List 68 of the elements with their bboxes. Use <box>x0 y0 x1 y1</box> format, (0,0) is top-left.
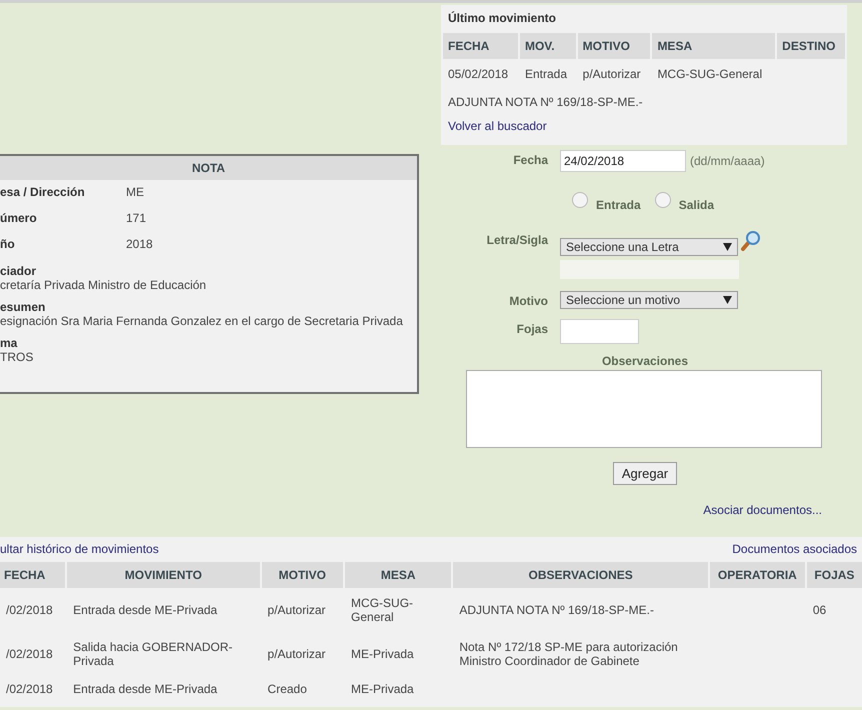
table-cell: 06 <box>812 603 826 617</box>
letter-select[interactable]: Seleccione una Letra <box>560 238 738 256</box>
text-field[interactable] <box>560 260 739 279</box>
date-field[interactable]: 24/02/2018 <box>560 150 686 172</box>
associate-link[interactable]: Asociar documentos... <box>703 503 822 517</box>
panel-title: Último movimiento <box>447 11 558 27</box>
column-header: MOTIVO <box>262 562 344 588</box>
column-header: MOVIMIENTO <box>67 562 260 588</box>
toggle-history-link[interactable]: ultar histórico de movimientos <box>0 542 159 556</box>
table-cell-text: Entrada <box>524 66 568 83</box>
table-cell: ME-Privada <box>351 647 414 661</box>
table-cell: Entrada desde ME-Privada <box>73 603 218 617</box>
field-label: Fecha <box>512 152 548 167</box>
field-value: TROS <box>0 350 34 364</box>
column-header: MOV. <box>520 33 576 59</box>
reason-select[interactable]: Seleccione un motivo <box>560 291 738 309</box>
field-value: 2018 <box>126 237 153 251</box>
column-header: MESA <box>345 562 452 588</box>
column-header: DESTINO <box>777 33 845 59</box>
table-cell: Nota Nº 172/18 SP-ME para autorización Ministro Coordinador de Gabinete <box>459 640 678 668</box>
table-cell: p/Autorizar <box>268 603 326 617</box>
caret-icon <box>723 243 732 251</box>
field-label: esumen <box>0 300 46 314</box>
table-cell: Creado <box>268 682 307 696</box>
field-label: esa / Dirección <box>0 185 86 199</box>
panel-title: NOTA <box>0 156 417 180</box>
table-cell: /02/2018 <box>6 682 53 696</box>
field-value: esignación Sra Maria Fernanda Gonzalez en el cargo de Secretaria Privada <box>0 314 404 328</box>
table-cell: MCG-SUG-General <box>351 596 414 624</box>
field-label: Fojas <box>516 321 548 336</box>
column-header: FECHA <box>0 562 66 588</box>
table-cell-text: MCG-SUG-General <box>656 66 764 83</box>
documents-link[interactable]: Documentos asociados <box>732 542 857 556</box>
caret-icon <box>723 296 732 304</box>
column-header: MESA <box>652 33 776 59</box>
add-button[interactable]: Agregar <box>612 462 678 485</box>
column-header: OPERATORIA <box>710 562 805 588</box>
table-cell-text: 05/02/2018 <box>447 66 510 83</box>
column-header: FOJAS <box>806 562 862 588</box>
field-label: ño <box>0 237 16 251</box>
field-label: Motivo <box>508 293 548 308</box>
field-label: Observaciones <box>602 353 688 368</box>
radio-option[interactable]: Salida <box>654 192 714 212</box>
search-icon[interactable] <box>740 230 762 252</box>
field-label: ma <box>0 336 18 350</box>
table-cell: Salida hacia GOBERNADOR-Privada <box>73 640 233 668</box>
radio-option[interactable]: Entrada <box>572 192 641 212</box>
field-label: úmero <box>0 211 38 225</box>
column-header: OBSERVACIONES <box>453 562 708 588</box>
observations-field[interactable] <box>466 370 822 448</box>
table-cell: ADJUNTA NOTA Nº 169/18-SP-ME.- <box>459 603 654 617</box>
field-value: cretaría Privada Ministro de Educación <box>0 278 208 292</box>
table-cell: Entrada desde ME-Privada <box>73 682 218 696</box>
table-cell: ME-Privada <box>351 682 414 696</box>
field-label: Letra/Sigla <box>486 232 548 247</box>
field-value: ME <box>126 185 144 199</box>
table-cell: /02/2018 <box>6 603 53 617</box>
format-hint: (dd/mm/aaaa) <box>690 154 765 168</box>
back-link[interactable]: Volver al buscador <box>441 115 554 137</box>
table-cell-text: p/Autorizar <box>582 66 642 83</box>
sheets-field[interactable] <box>560 319 639 344</box>
field-label: ciador <box>0 264 38 278</box>
table-cell: /02/2018 <box>6 647 53 661</box>
column-header: MOTIVO <box>578 33 650 59</box>
observation-text: ADJUNTA NOTA Nº 169/18-SP-ME.- <box>447 94 644 111</box>
field-value: 171 <box>126 211 146 225</box>
table-cell: p/Autorizar <box>268 647 326 661</box>
column-header: FECHA <box>443 33 518 59</box>
